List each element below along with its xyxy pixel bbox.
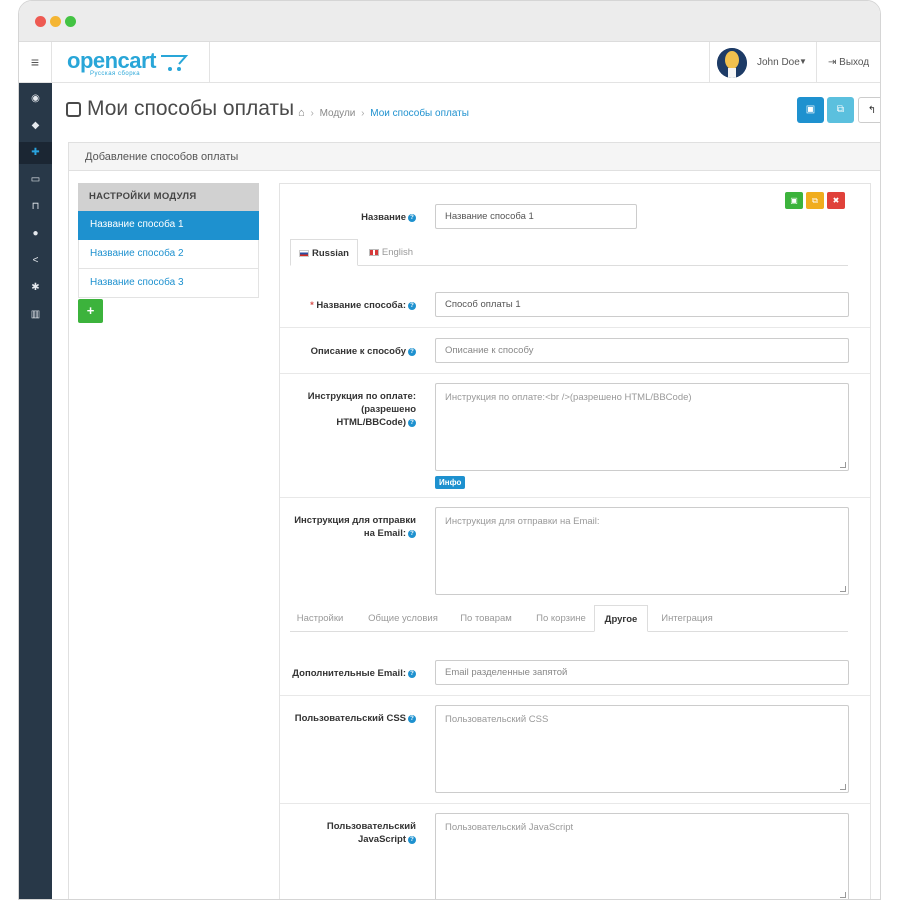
plus-icon: + bbox=[86, 303, 95, 318]
logo-subtitle: Русская сборка bbox=[90, 71, 141, 77]
copy-icon: ⧉ bbox=[812, 196, 818, 205]
instruction-textarea[interactable]: Инструкция по оплате:<br />(разрешено HT… bbox=[435, 383, 849, 471]
tab-general-conditions[interactable]: Общие условия bbox=[362, 605, 444, 632]
module-nav-heading: НАСТРОЙКИ МОДУЛЯ bbox=[78, 183, 259, 211]
breadcrumb-item[interactable]: Модули bbox=[320, 108, 356, 119]
tab-by-products[interactable]: По товарам bbox=[454, 605, 518, 632]
module-nav-item[interactable]: Название способа 1 bbox=[78, 211, 259, 240]
page-title: Мои способы оплаты bbox=[66, 97, 294, 121]
copy-icon: ⧉ bbox=[836, 104, 845, 115]
method-name-input[interactable]: Способ оплаты 1 bbox=[435, 292, 849, 317]
copy-method-button[interactable]: ⧉ bbox=[806, 192, 824, 209]
avatar[interactable] bbox=[717, 48, 747, 78]
email-instruction-label: Инструкция для отправки на Email:? bbox=[294, 515, 416, 539]
cart-icon[interactable]: ⊓ bbox=[19, 196, 52, 218]
sign-out-icon: ⇥ bbox=[828, 57, 840, 68]
header-divider bbox=[709, 42, 710, 83]
instruction-label: Инструкция по оплате: (разрешено HTML/BB… bbox=[307, 391, 416, 428]
description-input[interactable]: Описание к способу bbox=[435, 338, 849, 363]
custom-css-textarea[interactable]: Пользовательский CSS bbox=[435, 705, 849, 793]
menu-toggle-icon[interactable]: ≡ bbox=[19, 42, 52, 83]
dashboard-icon[interactable]: ◉ bbox=[19, 88, 52, 110]
save-icon: ▣ bbox=[805, 104, 816, 115]
maximize-window-button[interactable] bbox=[65, 16, 76, 27]
panel-heading: Добавление способов оплаты bbox=[69, 143, 880, 171]
tab-settings[interactable]: Настройки bbox=[290, 605, 350, 632]
section-tabs: Настройки Общие условия По товарам По ко… bbox=[290, 605, 848, 632]
breadcrumb: ⌂ › Модули › Мои способы оплаты bbox=[298, 107, 469, 119]
tags-icon[interactable]: ◆ bbox=[19, 115, 52, 137]
help-icon: ? bbox=[408, 419, 416, 427]
checkbox-icon bbox=[66, 101, 81, 117]
tab-by-cart[interactable]: По корзине bbox=[526, 605, 596, 632]
flag-en-icon bbox=[368, 249, 379, 256]
header-divider bbox=[209, 42, 210, 83]
user-name[interactable]: John Doe bbox=[757, 57, 800, 68]
logo[interactable]: opencart Русская сборка bbox=[67, 48, 207, 80]
page-title-text: Мои способы оплаты bbox=[87, 97, 295, 120]
breadcrumb-item[interactable]: Мои способы оплаты bbox=[370, 108, 469, 119]
trash-icon: ✖ bbox=[832, 196, 840, 205]
help-icon: ? bbox=[408, 715, 416, 723]
custom-js-label: Пользовательский JavaScript? bbox=[326, 821, 416, 845]
name-input[interactable]: Название способа 1 bbox=[435, 204, 637, 229]
save-button[interactable]: ▣ bbox=[797, 97, 824, 123]
tab-english[interactable]: English bbox=[362, 239, 420, 266]
help-icon: ? bbox=[408, 348, 416, 356]
bar-chart-icon[interactable]: ▥ bbox=[19, 304, 52, 326]
save-icon: ▣ bbox=[790, 196, 798, 205]
help-icon: ? bbox=[408, 670, 416, 678]
share-icon[interactable]: < bbox=[19, 250, 52, 272]
help-icon: ? bbox=[408, 214, 416, 222]
tab-other[interactable]: Другое bbox=[594, 605, 648, 632]
save-method-button[interactable]: ▣ bbox=[785, 192, 803, 209]
module-nav-item[interactable]: Название способа 3 bbox=[78, 269, 259, 298]
title-bar bbox=[19, 1, 880, 42]
custom-js-textarea[interactable]: Пользовательский JavaScript bbox=[435, 813, 849, 899]
back-button[interactable]: ↰ bbox=[858, 97, 880, 123]
language-tabs: Russian English bbox=[290, 239, 848, 266]
cart-logo-icon bbox=[161, 55, 189, 71]
desktop-icon[interactable]: ▭ bbox=[19, 169, 52, 191]
logout-link[interactable]: ⇥ Выход bbox=[828, 57, 869, 68]
back-icon: ↰ bbox=[867, 105, 877, 116]
method-name-label: * Название способа:? bbox=[290, 299, 416, 312]
home-icon[interactable]: ⌂ bbox=[298, 107, 305, 119]
email-instruction-textarea[interactable]: Инструкция для отправки на Email: bbox=[435, 507, 849, 595]
help-icon: ? bbox=[408, 530, 416, 538]
info-badge[interactable]: Инфо bbox=[435, 476, 466, 489]
method-form: ▣ ⧉ ✖ Название? Название способа 1 Russi… bbox=[279, 183, 871, 899]
tab-russian[interactable]: Russian bbox=[290, 239, 358, 266]
browser-window: ≡ opencart Русская сборка John Doe ▼ ⇥ В… bbox=[18, 0, 881, 900]
name-label: Название? bbox=[290, 211, 416, 224]
help-icon: ? bbox=[408, 836, 416, 844]
custom-css-label: Пользовательский CSS? bbox=[290, 712, 416, 725]
user-icon[interactable]: ● bbox=[19, 223, 52, 245]
puzzle-icon[interactable]: ✚ bbox=[19, 142, 52, 164]
logout-label: Выход bbox=[839, 57, 870, 68]
description-label: Описание к способу? bbox=[290, 345, 416, 358]
top-header: ≡ opencart Русская сборка John Doe ▼ ⇥ В… bbox=[19, 42, 880, 83]
module-nav: НАСТРОЙКИ МОДУЛЯ Название способа 1 Назв… bbox=[78, 183, 259, 323]
minimize-window-button[interactable] bbox=[50, 16, 61, 27]
close-window-button[interactable] bbox=[35, 16, 46, 27]
tab-integration[interactable]: Интеграция bbox=[654, 605, 720, 632]
copy-button[interactable]: ⧉ bbox=[827, 97, 854, 123]
extra-email-input[interactable]: Email разделенные запятой bbox=[435, 660, 849, 685]
cog-icon[interactable]: ✱ bbox=[19, 277, 52, 299]
module-nav-item[interactable]: Название способа 2 bbox=[78, 240, 259, 269]
panel: Добавление способов оплаты НАСТРОЙКИ МОД… bbox=[68, 142, 880, 899]
help-icon: ? bbox=[408, 302, 416, 310]
main-content: Мои способы оплаты ⌂ › Модули › Мои спос… bbox=[52, 83, 880, 899]
header-divider bbox=[816, 42, 817, 83]
caret-down-icon[interactable]: ▼ bbox=[799, 57, 807, 66]
delete-method-button[interactable]: ✖ bbox=[827, 192, 845, 209]
sidebar: ◉ ◆ ✚ ▭ ⊓ ● < ✱ ▥ bbox=[19, 83, 52, 899]
flag-ru-icon bbox=[299, 250, 310, 257]
extra-email-label: Дополнительные Email:? bbox=[280, 667, 416, 680]
add-method-button[interactable]: + bbox=[78, 299, 103, 323]
